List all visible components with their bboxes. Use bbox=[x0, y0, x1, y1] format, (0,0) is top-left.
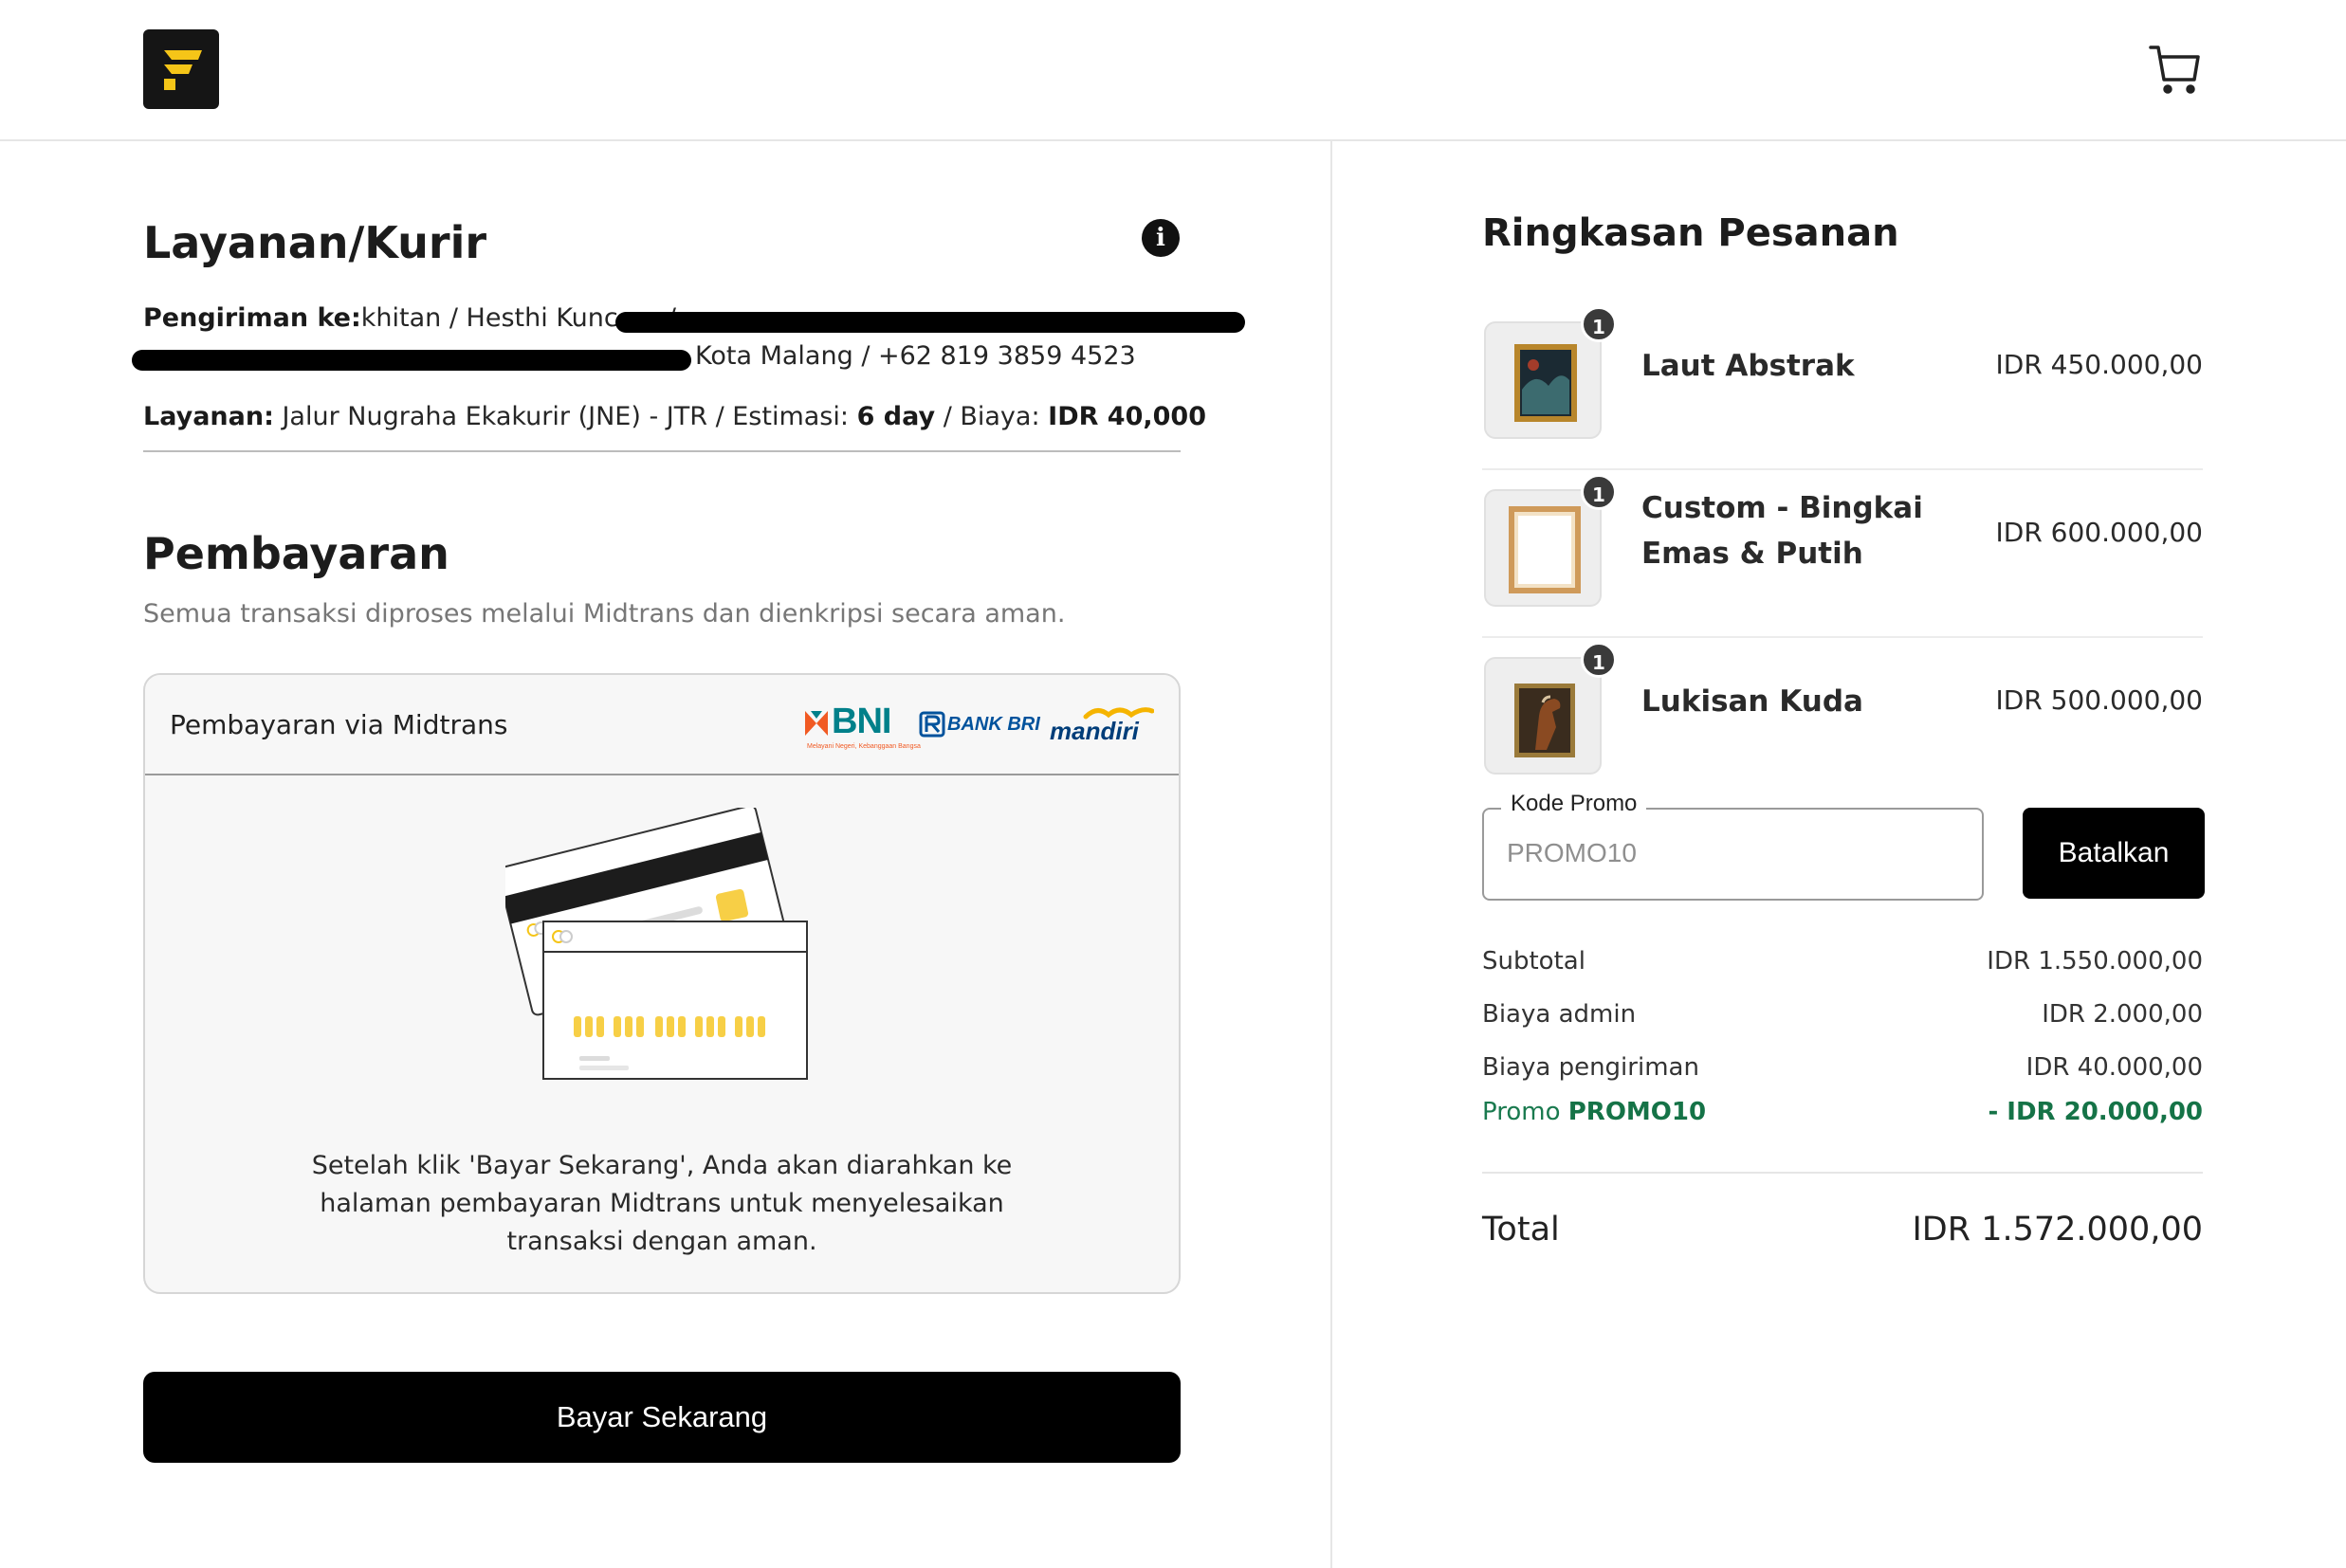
item-name: Custom - Bingkai Emas & Putih bbox=[1641, 491, 1923, 571]
painting-horse-icon bbox=[1514, 684, 1575, 757]
item-quantity-badge: 1 bbox=[1581, 306, 1617, 342]
payment-method-card: Pembayaran via Midtrans BNI Melayani Neg… bbox=[143, 673, 1181, 1294]
item-quantity-badge: 1 bbox=[1581, 474, 1617, 510]
payment-title: Pembayaran bbox=[143, 528, 449, 579]
redacted-address bbox=[615, 312, 1245, 333]
item-thumbnail bbox=[1484, 321, 1602, 439]
gold-white-frame-icon bbox=[1509, 506, 1581, 593]
item-thumbnail bbox=[1484, 489, 1602, 607]
admin-fee-row: Biaya admin IDR 2.000,00 bbox=[1482, 1000, 2203, 1038]
admin-fee-label: Biaya admin bbox=[1482, 1000, 1637, 1029]
promo-code-field[interactable]: Kode Promo bbox=[1482, 791, 1984, 901]
recipient-city-phone: Kota Malang / +62 819 3859 4523 bbox=[695, 341, 1136, 371]
service-estimate: 6 day bbox=[856, 402, 936, 431]
subtotal-value: IDR 1.550.000,00 bbox=[1987, 947, 2203, 975]
subtotal-label: Subtotal bbox=[1482, 947, 1585, 975]
item-quantity-badge: 1 bbox=[1581, 642, 1617, 678]
subtotal-row: Subtotal IDR 1.550.000,00 bbox=[1482, 947, 2203, 985]
painting-abstract-sea-icon bbox=[1514, 344, 1577, 422]
shipping-recipient-line: Pengiriman ke:khitan / Hesthi Kuncoro / bbox=[143, 303, 676, 333]
total-row: Total IDR 1.572.000,00 bbox=[1482, 1211, 2203, 1260]
shipping-fee-label: Biaya pengiriman bbox=[1482, 1053, 1699, 1082]
total-label: Total bbox=[1482, 1211, 1560, 1249]
shipping-fee-value: IDR 40.000,00 bbox=[2025, 1053, 2203, 1082]
brand-f-logo-icon[interactable] bbox=[143, 29, 219, 109]
promo-code-label: Kode Promo bbox=[1501, 791, 1647, 817]
item-price: IDR 450.000,00 bbox=[1995, 349, 2204, 380]
promo-discount-label: Promo PROMO10 bbox=[1482, 1098, 1707, 1126]
admin-fee-value: IDR 2.000,00 bbox=[2042, 1000, 2203, 1029]
shopping-cart-icon[interactable] bbox=[2147, 42, 2204, 99]
section-divider bbox=[143, 450, 1181, 452]
service-cost-value: IDR 40,000 bbox=[1048, 402, 1206, 431]
recipient-label: Pengiriman ke: bbox=[143, 303, 361, 333]
service-cost-label: / Biaya: bbox=[943, 402, 1040, 431]
shipping-fee-row: Biaya pengiriman IDR 40.000,00 bbox=[1482, 1053, 2203, 1091]
item-price: IDR 500.000,00 bbox=[1995, 684, 2204, 716]
info-icon[interactable]: i bbox=[1142, 219, 1180, 257]
promo-discount-row: Promo PROMO10 - IDR 20.000,00 bbox=[1482, 1098, 2203, 1136]
order-summary-column: Ringkasan Pesanan 1 Laut Abstrak IDR 450… bbox=[1482, 141, 2205, 1568]
order-item[interactable]: 1 Laut Abstrak IDR 450.000,00 bbox=[1482, 302, 2203, 470]
order-item[interactable]: 1 Lukisan Kuda IDR 500.000,00 bbox=[1482, 638, 2203, 806]
redacted-address bbox=[132, 350, 691, 371]
payment-subtitle: Semua transaksi diproses melalui Midtran… bbox=[143, 599, 1066, 629]
item-name: Laut Abstrak bbox=[1641, 349, 1855, 383]
service-label: Layanan: bbox=[143, 402, 274, 431]
cancel-promo-button[interactable]: Batalkan bbox=[2023, 808, 2205, 899]
promo-code-applied: PROMO10 bbox=[1567, 1098, 1707, 1126]
payment-redirect-note: Setelah klik 'Bayar Sekarang', Anda akan… bbox=[311, 1151, 1013, 1256]
promo-code-input[interactable] bbox=[1507, 838, 1962, 868]
pay-now-button[interactable]: Bayar Sekarang bbox=[143, 1372, 1181, 1463]
order-summary-title: Ringkasan Pesanan bbox=[1482, 211, 1899, 255]
top-navbar bbox=[0, 0, 2346, 141]
checkout-left-column: Layanan/Kurir i Pengiriman ke:khitan / H… bbox=[132, 141, 1245, 1568]
shipping-service-line: Layanan: Jalur Nugraha Ekakurir (JNE) - … bbox=[143, 402, 1206, 431]
bni-mark-icon bbox=[805, 711, 828, 736]
payment-method-label: Pembayaran via Midtrans bbox=[170, 709, 508, 740]
service-text: Jalur Nugraha Ekakurir (JNE) - JTR / Est… bbox=[282, 402, 849, 431]
total-value: IDR 1.572.000,00 bbox=[1912, 1211, 2203, 1249]
item-price: IDR 600.000,00 bbox=[1995, 517, 2204, 548]
order-item[interactable]: 1 Custom - Bingkai Emas & Putih IDR 600.… bbox=[1482, 470, 2203, 638]
item-name: Lukisan Kuda bbox=[1641, 684, 1863, 719]
shipping-title: Layanan/Kurir bbox=[143, 217, 487, 268]
payment-method-header[interactable]: Pembayaran via Midtrans BNI Melayani Neg… bbox=[145, 675, 1179, 775]
credit-card-illustration bbox=[505, 808, 808, 1080]
column-divider bbox=[1330, 141, 1332, 1568]
bri-mark-icon bbox=[919, 711, 945, 738]
item-thumbnail bbox=[1484, 657, 1602, 775]
promo-discount-value: - IDR 20.000,00 bbox=[1988, 1098, 2203, 1126]
totals-divider bbox=[1482, 1172, 2203, 1174]
